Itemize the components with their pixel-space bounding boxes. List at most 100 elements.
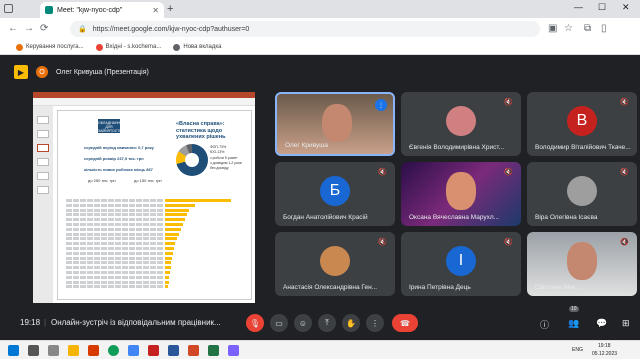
- language-indicator[interactable]: ENG: [572, 347, 583, 353]
- slide-bar-label: [66, 237, 163, 241]
- participant-tile[interactable]: 🔇 Світлана Мик...: [527, 232, 637, 296]
- camera-button[interactable]: ▭: [270, 314, 288, 332]
- chat-icon[interactable]: 💬: [596, 318, 607, 329]
- leave-call-button[interactable]: ☎: [392, 314, 418, 332]
- office-icon[interactable]: [88, 345, 99, 356]
- excel-icon[interactable]: [208, 345, 219, 356]
- raise-hand-button[interactable]: ✋: [342, 314, 360, 332]
- bookmark-item[interactable]: Вхідні - s.kochema...: [95, 43, 161, 51]
- slide-bar: [165, 242, 175, 246]
- app-icon[interactable]: [128, 345, 139, 356]
- meeting-title: Онлайн-зустріч із відповідальним працівн…: [51, 318, 221, 327]
- participant-tile[interactable]: ⋮ Олег Кривуша: [275, 92, 395, 156]
- reload-icon[interactable]: ⟳: [40, 23, 48, 34]
- close-window-icon[interactable]: ✕: [622, 2, 630, 13]
- participant-video: [446, 172, 476, 210]
- clock-date[interactable]: 05.12.2023: [592, 351, 617, 357]
- slide-bar-label: [66, 266, 163, 270]
- address-bar[interactable]: 🔒 https://meet.google.com/kjw-nyoc-cdp?a…: [70, 21, 540, 37]
- windows-start-icon[interactable]: [8, 345, 19, 356]
- slide-bar-label: [66, 232, 163, 236]
- file-explorer-icon[interactable]: [68, 345, 79, 356]
- slide-thumbnails: [33, 106, 53, 303]
- chrome-icon[interactable]: [108, 345, 119, 356]
- task-view-icon[interactable]: [48, 345, 59, 356]
- browser-tab-bar: Meet: "kjw-nyoc-cdp" ✕ + — ☐ ✕: [0, 0, 640, 18]
- slide-bar-label: [66, 242, 163, 246]
- legend-item: з роботи 5 років+: [210, 155, 238, 160]
- captions-button[interactable]: ☺: [294, 314, 312, 332]
- maximize-window-icon[interactable]: ☐: [598, 2, 606, 13]
- participant-tile[interactable]: І 🔇 Ірина Петрівна Дець: [401, 232, 521, 296]
- info-icon[interactable]: ⓘ: [540, 318, 549, 331]
- bookmark-item[interactable]: Керування послуга...: [16, 43, 84, 51]
- clock-time[interactable]: 19:18: [598, 343, 611, 349]
- slide-bar-label: [66, 199, 163, 202]
- slide-bar: [165, 199, 231, 202]
- slide-thumbnail: [37, 186, 49, 194]
- star-bookmark-icon[interactable]: ☆: [564, 23, 573, 34]
- close-tab-icon[interactable]: ✕: [152, 6, 159, 15]
- slide-bar: [165, 227, 181, 231]
- participant-tile[interactable]: В 🔇 Володимир Віталійович Ткаче...: [527, 92, 637, 156]
- participant-tile[interactable]: 🔇 Анастасія Олександрівна Ген...: [275, 232, 395, 296]
- extensions-icon[interactable]: ⧉: [584, 23, 591, 34]
- slide-bar: [165, 256, 172, 260]
- bookmark-label: Нова вкладка: [183, 44, 222, 50]
- minimize-window-icon[interactable]: —: [574, 2, 583, 12]
- slide-bar-label: [66, 285, 163, 289]
- tab-search-icon[interactable]: [4, 4, 13, 13]
- presenter-label: Олег Кривуша (Презентація): [56, 68, 149, 76]
- sidebar-icon[interactable]: ▯: [601, 23, 607, 34]
- mic-off-button[interactable]: 🎙: [246, 314, 264, 332]
- speaking-indicator-icon: ⋮: [375, 99, 387, 111]
- slide-thumbnail: [37, 172, 49, 180]
- search-icon[interactable]: [28, 345, 39, 356]
- powerpoint-icon[interactable]: [188, 345, 199, 356]
- slide-bar-label: [66, 256, 163, 260]
- slide-bar-label: [66, 275, 163, 279]
- mic-off-icon: 🔇: [620, 169, 629, 176]
- mic-off-icon: 🔇: [620, 99, 629, 106]
- meeting-time: 19:18: [20, 318, 41, 327]
- browser-tab-meet[interactable]: Meet: "kjw-nyoc-cdp" ✕: [40, 2, 164, 18]
- meet-stage: ▶ О Олег Кривуша (Презентація) ОБЛАДНАНН…: [0, 55, 640, 340]
- participant-tile[interactable]: 🔇 Віра Олегівна Ісаєва: [527, 162, 637, 226]
- participant-tile[interactable]: 🔇 Оксана Вячеславна Марухл...: [401, 162, 521, 226]
- bookmark-item[interactable]: Нова вкладка: [173, 43, 222, 51]
- participant-name: Богдан Анатолійович Красій: [283, 214, 368, 221]
- camera-indicator-icon[interactable]: ▣: [548, 23, 557, 34]
- participant-name: Оксана Вячеславна Марухл...: [409, 214, 500, 221]
- slide-bar: [165, 261, 171, 265]
- legend-item: без досвіду: [210, 166, 229, 170]
- mic-off-icon: 🔇: [504, 99, 513, 106]
- participant-avatar: [567, 176, 597, 206]
- word-icon[interactable]: [168, 345, 179, 356]
- tab-controls: [4, 4, 13, 13]
- slide-thumbnail: [37, 116, 49, 124]
- participant-tile[interactable]: Б 🔇 Богдан Анатолійович Красій: [275, 162, 395, 226]
- mic-off-icon: 🔇: [504, 169, 513, 176]
- lock-icon[interactable]: 🔒: [78, 25, 87, 33]
- presentation-icon[interactable]: ▶: [14, 65, 28, 79]
- present-button[interactable]: ⤒: [318, 314, 336, 332]
- slide-thumbnail: [37, 144, 49, 152]
- slide-bar-label: [66, 261, 163, 265]
- forward-icon[interactable]: →: [24, 23, 34, 34]
- pdf-icon[interactable]: [148, 345, 159, 356]
- people-icon[interactable]: 👥: [568, 318, 579, 329]
- chart-legend: ФОП-73% ЮО-13% з роботи 5 років+ з досві…: [210, 145, 242, 171]
- slide-bar: [165, 280, 169, 284]
- more-options-button[interactable]: ⋮: [366, 314, 384, 332]
- back-icon[interactable]: ←: [8, 23, 18, 34]
- viber-icon[interactable]: [228, 345, 239, 356]
- participant-tile[interactable]: 🔇 Євгенія Володимирівна Христ...: [401, 92, 521, 156]
- activities-icon[interactable]: ⊞: [622, 318, 630, 329]
- shared-screen[interactable]: ОБЛАДНАННЯ ДЛЯ ЗАЙНЯТОСТІ «Власна справа…: [33, 92, 255, 303]
- new-tab-button[interactable]: +: [167, 3, 173, 15]
- slide-thumbnail: [37, 130, 49, 138]
- slide-bar: [165, 223, 183, 226]
- mic-off-icon: 🔇: [504, 239, 513, 246]
- participant-video: [322, 104, 352, 142]
- participant-video: [567, 242, 597, 280]
